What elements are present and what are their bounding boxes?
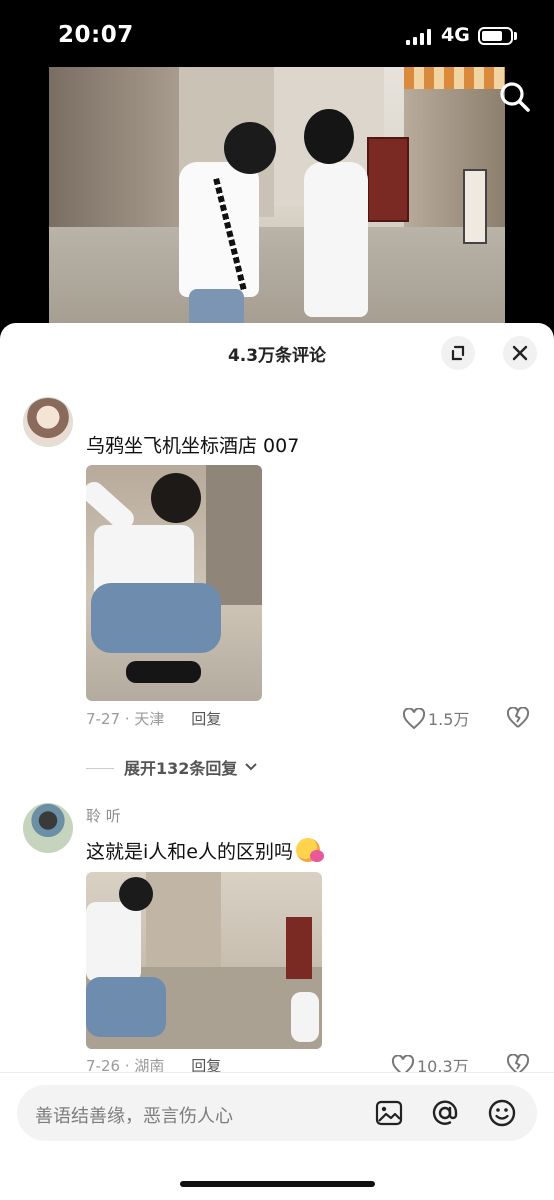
comment-text: 这就是i人和e人的区别吗	[86, 837, 324, 864]
signal-icon	[406, 29, 432, 45]
like-count: 1.5万	[428, 710, 470, 729]
comment-image[interactable]	[86, 465, 262, 701]
close-icon[interactable]	[503, 336, 537, 370]
expand-replies-button[interactable]: 展开132条回复	[86, 755, 259, 779]
comment-text: 乌鸦坐飞机坐标酒店 007	[86, 435, 300, 457]
comment-location: 天津	[134, 710, 165, 728]
video-preview[interactable]	[49, 67, 505, 329]
comment-input-bar: 善语结善缘，恶言伤人心	[0, 1072, 554, 1200]
status-time: 20:07	[58, 22, 134, 48]
avatar[interactable]	[23, 397, 73, 447]
comment-image[interactable]	[86, 872, 322, 1049]
chevron-down-icon	[243, 759, 259, 778]
home-indicator	[180, 1181, 375, 1187]
image-icon[interactable]	[373, 1097, 405, 1129]
network-type: 4G	[441, 24, 470, 46]
hug-emoji-icon	[295, 838, 324, 862]
reply-button[interactable]: 回复	[191, 710, 221, 728]
sheet-header: 4.3万条评论	[0, 323, 554, 381]
comment-date: 7-27	[86, 710, 121, 728]
comment-input-placeholder: 善语结善缘，恶言伤人心	[35, 1106, 233, 1127]
at-icon[interactable]	[429, 1097, 461, 1129]
battery-icon	[478, 27, 513, 45]
expand-icon[interactable]	[441, 336, 475, 370]
emoji-icon[interactable]	[486, 1097, 518, 1129]
comments-sheet: 4.3万条评论 乌鸦坐飞机坐标酒店 007 7-27 · 天津 回复 1.5万 …	[0, 323, 554, 1200]
heart-icon	[402, 707, 426, 734]
comment-input[interactable]: 善语结善缘，恶言伤人心	[17, 1085, 537, 1141]
comment-meta: 7-27 · 天津 回复	[86, 710, 222, 728]
comment-username[interactable]: 聆 听	[86, 805, 121, 826]
avatar[interactable]	[23, 803, 73, 853]
search-icon[interactable]	[496, 78, 534, 116]
broken-heart-icon[interactable]	[506, 706, 530, 733]
like-button[interactable]: 1.5万	[402, 706, 469, 734]
status-bar: 20:07 4G	[0, 0, 554, 70]
